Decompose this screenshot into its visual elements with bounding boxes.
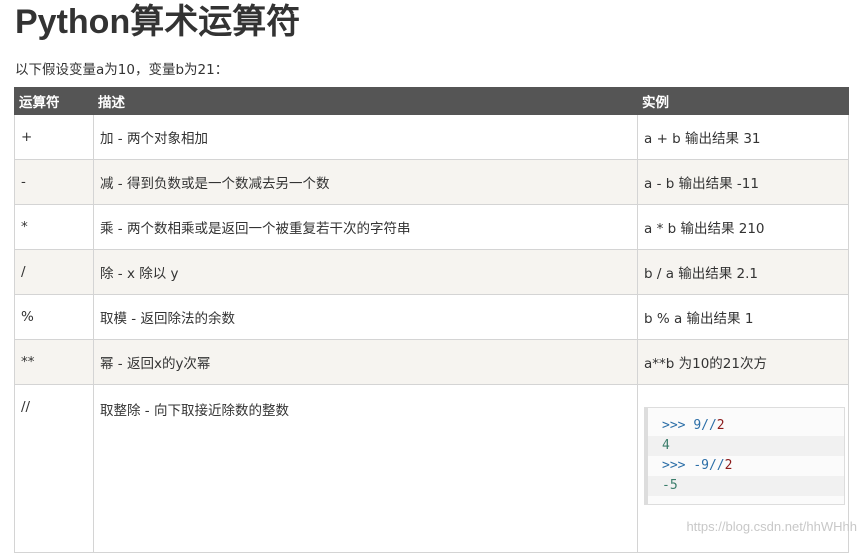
code-line: >>> -9//2 (648, 456, 844, 476)
operator-cell: - (14, 159, 94, 205)
operator-cell: // (14, 384, 94, 553)
description-cell: 减 - 得到负数或是一个数减去另一个数 (93, 159, 638, 205)
table-row: % 取模 - 返回除法的余数 b % a 输出结果 1 (14, 294, 849, 340)
header-operator: 运算符 (14, 87, 94, 115)
description-cell: 乘 - 两个数相乘或是返回一个被重复若干次的字符串 (93, 204, 638, 250)
header-example: 实例 (637, 87, 849, 115)
intro-text: 以下假设变量a为10，变量b为21： (15, 62, 229, 78)
description-cell: 取模 - 返回除法的余数 (93, 294, 638, 340)
code-block: >>> 9//2 4 >>> -9//2 -5 (644, 407, 845, 505)
operator-cell: + (14, 114, 94, 160)
description-cell: 加 - 两个对象相加 (93, 114, 638, 160)
code-output: -5 (662, 478, 678, 493)
code-line: -5 (648, 476, 844, 496)
code-number: 2 (724, 458, 733, 473)
example-cell: b % a 输出结果 1 (637, 294, 849, 340)
table-row: + 加 - 两个对象相加 a + b 输出结果 31 (14, 114, 849, 160)
code-expression: 9// (693, 418, 717, 433)
page-title: Python算术运算符 (15, 3, 301, 41)
operator-cell: % (14, 294, 94, 340)
example-cell: a + b 输出结果 31 (637, 114, 849, 160)
table-row: * 乘 - 两个数相乘或是返回一个被重复若干次的字符串 a * b 输出结果 2… (14, 204, 849, 250)
table-row: ** 幂 - 返回x的y次幂 a**b 为10的21次方 (14, 339, 849, 385)
description-cell: 除 - x 除以 y (93, 249, 638, 295)
code-output: 4 (662, 438, 670, 453)
description-cell: 取整除 - 向下取接近除数的整数 (93, 384, 638, 553)
table-row: / 除 - x 除以 y b / a 输出结果 2.1 (14, 249, 849, 295)
example-cell: a * b 输出结果 210 (637, 204, 849, 250)
table-row: - 减 - 得到负数或是一个数减去另一个数 a - b 输出结果 -11 (14, 159, 849, 205)
watermark: https://blog.csdn.net/hhWHhh (686, 519, 857, 534)
operator-cell: ** (14, 339, 94, 385)
operators-table: 运算符 描述 实例 + 加 - 两个对象相加 a + b 输出结果 31 - 减… (14, 87, 849, 553)
example-cell: b / a 输出结果 2.1 (637, 249, 849, 295)
code-line: >>> 9//2 (648, 416, 844, 436)
code-expression: -9// (693, 458, 725, 473)
header-description: 描述 (93, 87, 638, 115)
example-cell: a**b 为10的21次方 (637, 339, 849, 385)
code-line: 4 (648, 436, 844, 456)
description-cell: 幂 - 返回x的y次幂 (93, 339, 638, 385)
code-prompt: >>> (662, 458, 686, 473)
operator-cell: * (14, 204, 94, 250)
operator-cell: / (14, 249, 94, 295)
example-cell: a - b 输出结果 -11 (637, 159, 849, 205)
code-prompt: >>> (662, 418, 686, 433)
code-number: 2 (716, 418, 725, 433)
table-header-row: 运算符 描述 实例 (14, 87, 849, 115)
